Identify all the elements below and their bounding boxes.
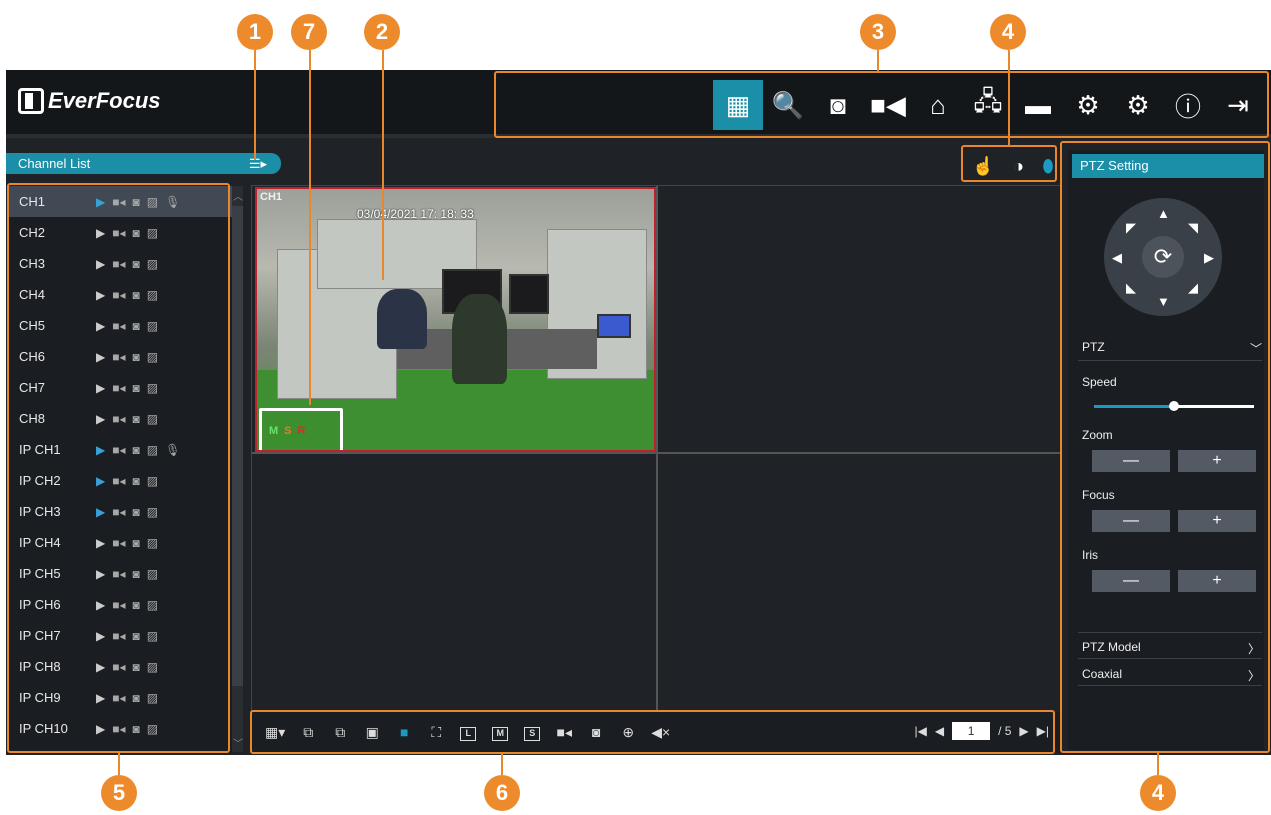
callout-1: 1 [237,14,273,50]
live-display-area: CH1 03/04/2021 17: 18: 33 M S R [251,185,1062,714]
camera-channel-label: CH1 [260,191,283,203]
callout-4-top: 4 [990,14,1026,50]
connector-1 [254,50,256,160]
connector-2 [382,50,384,280]
connector-4-top [1008,50,1010,146]
highlight-box-4-right [1060,141,1270,753]
callout-5: 5 [101,775,137,811]
highlight-box-6 [250,710,1055,754]
status-indicator-box: M S R [259,408,343,450]
logo-mark-icon [18,88,44,114]
callout-6: 6 [484,775,520,811]
grid-line-vertical [656,186,658,714]
camera-pane-ch1[interactable]: CH1 03/04/2021 17: 18: 33 M S R [255,187,656,452]
callout-4-bottom: 4 [1140,775,1176,811]
connector-4-bottom [1157,753,1159,775]
monitor [509,274,549,314]
connector-7 [309,50,311,405]
highlight-box-5 [7,183,230,753]
sensor-status: S [284,425,292,437]
highlight-box-3 [494,71,1269,138]
scroll-up-icon[interactable]: ︿ [233,188,243,203]
channel-list-title: Channel List [18,156,91,171]
list-toggle-icon[interactable]: ☰▸ [249,153,267,174]
connector-6 [501,753,503,775]
monitor [597,314,631,338]
callout-3: 3 [860,14,896,50]
record-status: R [297,425,306,437]
grid-line-horizontal [252,452,1062,454]
brand-name: EverFocus [48,88,161,113]
scroll-down-icon[interactable]: ﹀ [233,735,243,750]
camera-timestamp: 03/04/2021 17: 18: 33 [357,207,474,221]
highlight-box-4-top [961,145,1057,182]
channel-list-header[interactable]: Channel List ☰▸ [6,153,281,174]
motion-status: M [269,425,279,437]
callout-2: 2 [364,14,400,50]
person [377,289,427,349]
callout-7: 7 [291,14,327,50]
connector-5 [118,753,120,775]
channel-list-scrollbar[interactable]: ︿ ﹀ [232,186,243,752]
scroll-thumb[interactable] [232,206,243,686]
everfocus-logo: EverFocus [18,88,161,114]
person [452,294,507,384]
status-indicators: M S R [265,414,337,448]
connector-3 [877,50,879,72]
